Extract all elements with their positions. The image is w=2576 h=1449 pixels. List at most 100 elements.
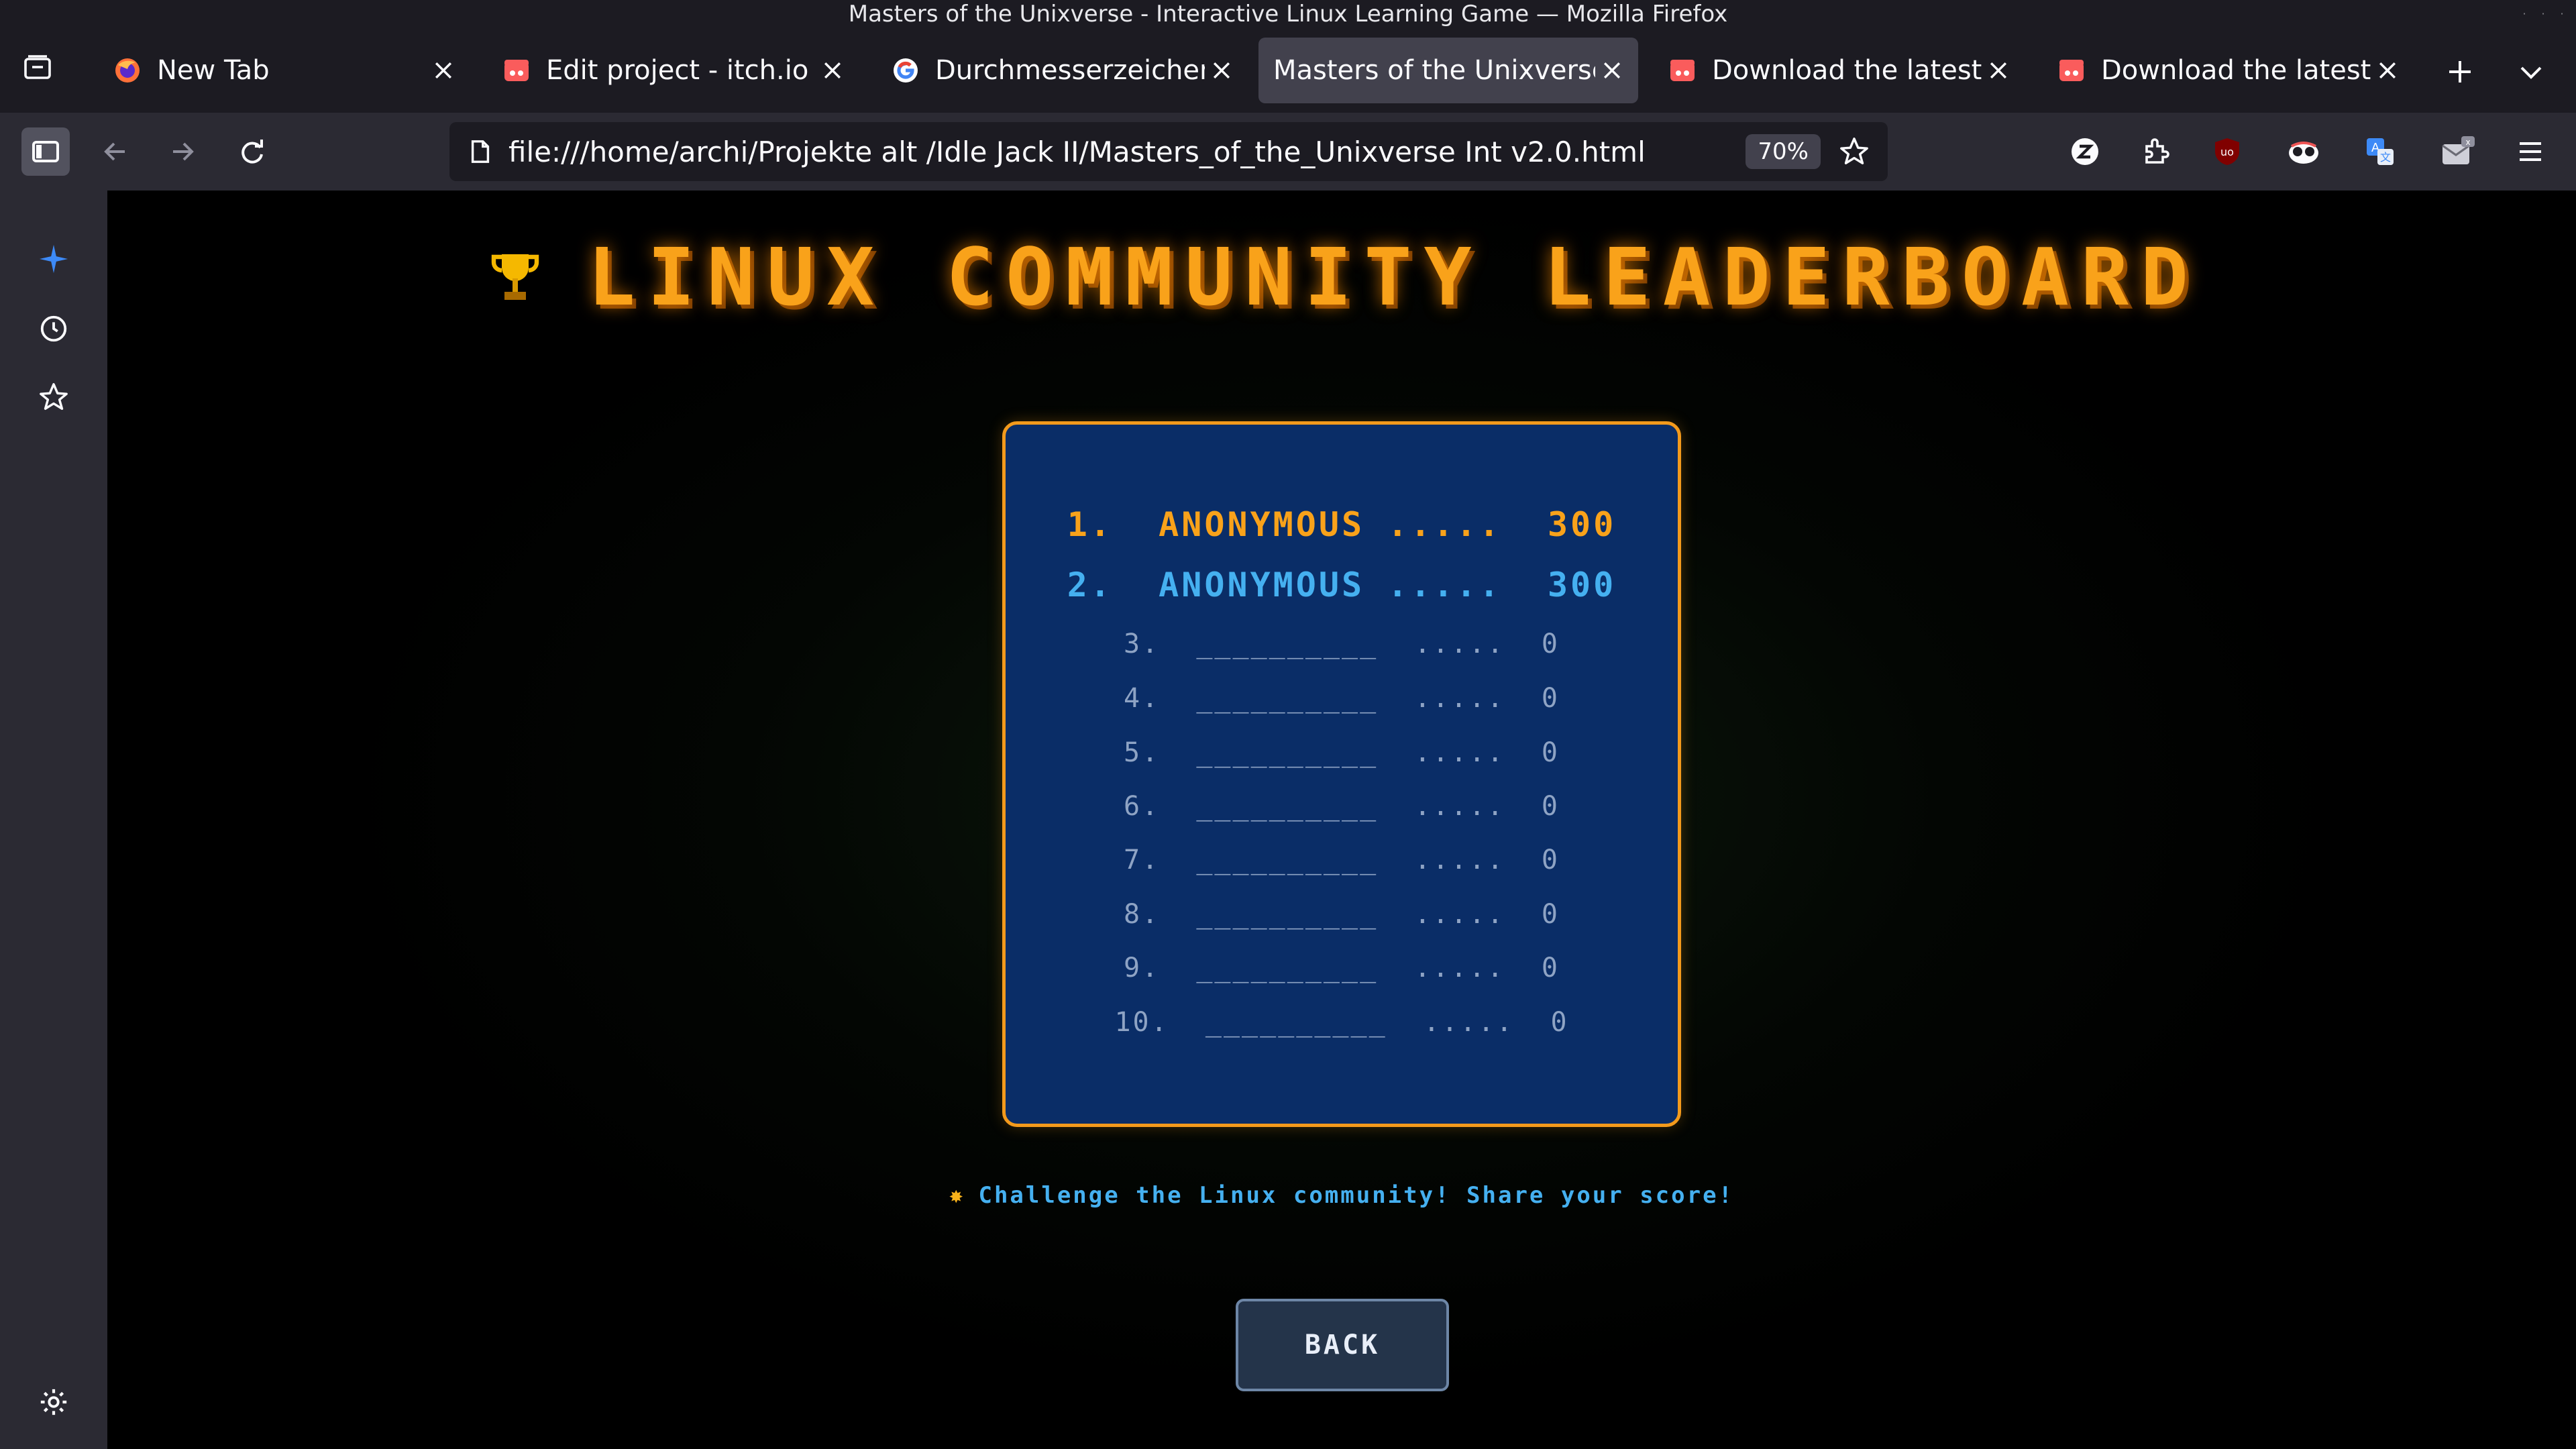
player-name: ANONYMOUS <box>1159 505 1365 544</box>
leaderboard-row: 10. __________ ..... 0 <box>1006 1007 1678 1038</box>
dots: ..... <box>1414 953 1505 983</box>
minimize-icon[interactable]: · <box>2521 9 2528 19</box>
leaderboard-title: LINUX COMMUNITY LEADERBOARD <box>587 231 2201 323</box>
sidebar-settings-button[interactable] <box>30 1378 78 1426</box>
tab-close-icon[interactable] <box>2371 54 2404 87</box>
list-all-tabs-button[interactable] <box>2510 51 2552 93</box>
menu-icon <box>2520 142 2541 161</box>
leaderboard-row: 1. ANONYMOUS ..... 300 <box>1006 505 1678 544</box>
privacy-badger-icon <box>2289 142 2318 164</box>
tab-close-icon[interactable] <box>427 54 460 87</box>
dots: ..... <box>1414 899 1505 930</box>
gear-icon <box>40 1389 67 1415</box>
dots: ..... <box>1414 791 1505 822</box>
leaderboard-row: 3. __________ ..... 0 <box>1006 629 1678 659</box>
tab-download-latest-1[interactable]: Download the latest in <box>1649 38 2025 103</box>
arrow-left-icon <box>104 142 125 161</box>
back-nav-button[interactable] <box>91 127 140 176</box>
itchio-icon <box>1668 56 1697 85</box>
window-controls: · · · <box>2521 0 2565 28</box>
mail-icon: x <box>2442 136 2475 164</box>
url-bar[interactable]: file:///home/archi/Projekte alt /Idle Ja… <box>449 122 1888 181</box>
player-name: __________ <box>1196 953 1379 983</box>
tab-label: Edit project - itch.io <box>546 55 809 86</box>
tab-overview-button[interactable] <box>15 44 60 90</box>
player-name: __________ <box>1196 629 1379 659</box>
new-tab-button[interactable] <box>2439 51 2481 93</box>
url-text[interactable]: file:///home/archi/Projekte alt /Idle Ja… <box>508 136 1746 168</box>
tab-close-icon[interactable] <box>1982 54 2015 87</box>
star-icon: ✸ <box>949 1182 965 1209</box>
star-outline-icon <box>40 383 68 410</box>
reload-button[interactable] <box>228 127 276 176</box>
score: 0 <box>1541 629 1560 659</box>
rank: 10. <box>1114 1007 1169 1038</box>
rank: 7. <box>1123 845 1161 875</box>
tab-close-icon[interactable] <box>1205 54 1238 87</box>
itchio-icon <box>502 56 531 85</box>
window-title: Masters of the Unixverse - Interactive L… <box>848 1 1728 28</box>
score: 0 <box>1541 737 1560 768</box>
player-name: __________ <box>1205 1007 1387 1038</box>
leaderboard-row: 6. __________ ..... 0 <box>1006 791 1678 822</box>
bookmark-star-icon[interactable] <box>1835 133 1873 170</box>
sidebar-toggle-button[interactable] <box>21 127 70 176</box>
tab-close-icon[interactable] <box>1595 54 1629 87</box>
leaderboard-row: 4. __________ ..... 0 <box>1006 683 1678 714</box>
translate-extension-button[interactable]: A文 <box>2357 129 2403 174</box>
dots: ..... <box>1387 566 1502 604</box>
rank: 2. <box>1067 566 1113 604</box>
tab-download-latest-2[interactable]: Download the latest in <box>2038 38 2414 103</box>
navigation-toolbar: file:///home/archi/Projekte alt /Idle Ja… <box>0 113 2576 191</box>
translate-icon: A文 <box>2367 138 2394 165</box>
rank: 8. <box>1123 899 1161 930</box>
tab-overview-icon <box>24 55 51 79</box>
score: 0 <box>1541 899 1560 930</box>
rank: 1. <box>1067 505 1113 544</box>
tab-label: Durchmesserzeichen - <box>935 55 1205 86</box>
dots: ..... <box>1414 845 1505 875</box>
page-icon <box>466 137 495 166</box>
close-window-icon[interactable]: · <box>2559 9 2565 19</box>
zoom-level-badge[interactable]: 70% <box>1746 134 1821 169</box>
ublock-extension-button[interactable]: uo <box>2204 129 2250 174</box>
maximize-icon[interactable]: · <box>2540 9 2546 19</box>
player-name: __________ <box>1196 845 1379 875</box>
score: 0 <box>1550 1007 1569 1038</box>
tab-label: New Tab <box>157 55 270 86</box>
svg-text:文: 文 <box>2380 151 2391 164</box>
tab-edit-project-itchio[interactable]: Edit project - itch.io <box>483 38 859 103</box>
tab-new-tab[interactable]: New Tab <box>94 38 470 103</box>
zotero-extension-button[interactable] <box>2062 129 2108 174</box>
forward-nav-button[interactable] <box>158 127 207 176</box>
back-button[interactable]: BACK <box>1236 1299 1449 1391</box>
clock-icon <box>40 315 67 342</box>
tab-durchmesserzeichen[interactable]: Durchmesserzeichen - <box>872 38 1248 103</box>
challenge-message: ✸ Challenge the Linux community! Share yo… <box>107 1182 2576 1209</box>
score: 0 <box>1541 953 1560 983</box>
app-menu-button[interactable] <box>2508 129 2553 174</box>
dots: ..... <box>1414 737 1505 768</box>
leaderboard-row: 8. __________ ..... 0 <box>1006 899 1678 930</box>
extensions-button[interactable] <box>2133 129 2179 174</box>
leaderboard-row: 5. __________ ..... 0 <box>1006 737 1678 768</box>
ai-chatbot-button[interactable] <box>30 235 78 283</box>
arrow-right-icon <box>173 142 194 161</box>
tab-masters-of-the-unixverse[interactable]: Masters of the Unixverse <box>1258 38 1638 103</box>
browser-sidebar <box>0 191 107 1449</box>
tab-label: Masters of the Unixverse <box>1273 55 1595 86</box>
history-button[interactable] <box>30 305 78 353</box>
leaderboard-panel: 1. ANONYMOUS ..... 300 2. ANONYMOUS ....… <box>1002 421 1681 1127</box>
score: 0 <box>1541 845 1560 875</box>
score: 300 <box>1547 505 1617 544</box>
mail-extension-button[interactable]: x <box>2435 129 2481 174</box>
sparkle-icon <box>39 244 68 274</box>
privacy-extension-button[interactable] <box>2281 129 2326 174</box>
tab-close-icon[interactable] <box>816 54 849 87</box>
window-title-bar: Masters of the Unixverse - Interactive L… <box>0 0 2576 28</box>
bookmarks-button[interactable] <box>30 373 78 421</box>
rank: 5. <box>1123 737 1161 768</box>
zotero-icon <box>2072 138 2098 165</box>
player-name: __________ <box>1196 899 1379 930</box>
chevron-down-icon <box>2520 66 2542 79</box>
